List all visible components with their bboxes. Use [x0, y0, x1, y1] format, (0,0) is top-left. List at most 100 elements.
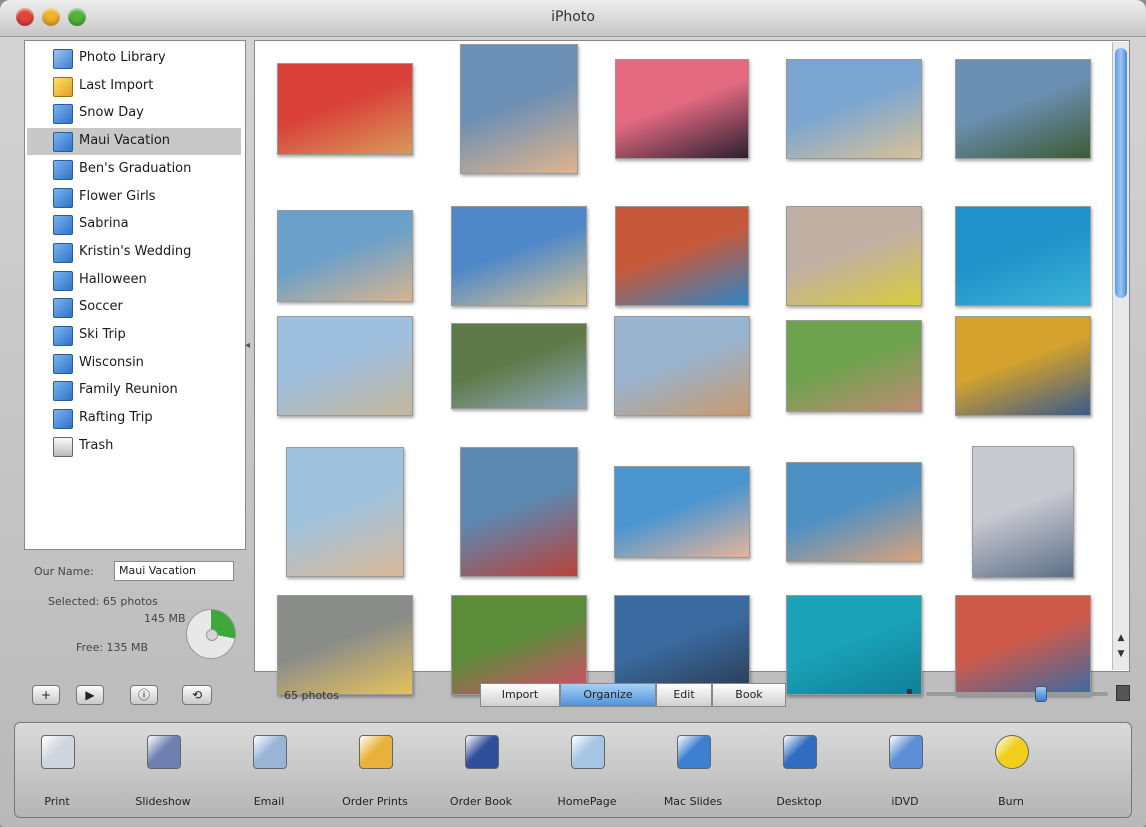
- sidebar-item[interactable]: Sabrina: [27, 211, 241, 238]
- photo-thumbnail[interactable]: [277, 316, 413, 416]
- photo-thumbnail[interactable]: [786, 320, 922, 412]
- tool-pane: Print Slideshow Email Order Prints Order Boo…: [14, 722, 1132, 818]
- tool-label: Desktop: [776, 795, 822, 808]
- sidebar-item[interactable]: Flower Girls: [27, 184, 241, 211]
- album-icon: [53, 409, 73, 430]
- tool-order-prints[interactable]: Order Prints: [325, 731, 425, 815]
- play-slideshow-button[interactable]: ▶: [76, 685, 104, 705]
- album-icon: [53, 326, 73, 346]
- album-icon: [53, 381, 73, 402]
- photo-thumbnail[interactable]: [786, 595, 922, 695]
- album-info-panel: Our Name: Maui Vacation Selected: 65 pho…: [24, 555, 248, 665]
- photo-thumbnail[interactable]: [955, 59, 1091, 159]
- album-icon: [53, 270, 73, 291]
- homepage-icon: [571, 735, 605, 769]
- zoom-slider-knob[interactable]: [1034, 686, 1047, 702]
- tool-label: Slideshow: [135, 795, 191, 808]
- sidebar-item[interactable]: Maui Vacation: [27, 128, 241, 156]
- tab-import[interactable]: Import: [480, 683, 560, 707]
- sidebar-item[interactable]: Kristin's Wedding: [27, 239, 241, 266]
- album-icon: [53, 353, 73, 374]
- tool-mac-slides[interactable]: Mac Slides: [643, 731, 743, 815]
- tool-print[interactable]: Print: [7, 731, 107, 815]
- sidebar-item[interactable]: Soccer: [27, 294, 241, 321]
- add-album-icon: +: [40, 688, 52, 702]
- photo-thumbnail[interactable]: [286, 447, 404, 577]
- sidebar-item-label: Sabrina: [79, 216, 129, 232]
- photo-thumbnail[interactable]: [615, 206, 749, 306]
- sidebar-item[interactable]: Rafting Trip: [27, 405, 241, 432]
- photo-thumbnail[interactable]: [786, 59, 922, 159]
- selected-size: 145 MB: [144, 612, 186, 625]
- tool-label: iDVD: [891, 795, 919, 808]
- tool-desktop[interactable]: Desktop: [749, 731, 849, 815]
- title-bar[interactable]: iPhoto: [0, 0, 1146, 37]
- photo-thumbnail[interactable]: [451, 206, 587, 306]
- tool-idvd[interactable]: iDVD: [855, 731, 955, 815]
- photo-thumbnail[interactable]: [614, 595, 750, 695]
- info-button[interactable]: ⓘ: [130, 685, 158, 705]
- sidebar-item[interactable]: Photo Library: [27, 45, 241, 72]
- tab-organize[interactable]: Organize: [560, 683, 656, 707]
- album-icon: [53, 215, 73, 236]
- tool-label: Order Book: [449, 795, 513, 808]
- sidebar-item-label: Trash: [79, 437, 114, 453]
- large-photo-icon: [1116, 685, 1130, 701]
- tool-burn[interactable]: Burn: [961, 731, 1061, 815]
- scroll-thumb[interactable]: [1115, 48, 1127, 298]
- tab-edit[interactable]: Edit: [656, 683, 712, 707]
- zoom-slider[interactable]: [926, 692, 1108, 696]
- sidebar-item[interactable]: Family Reunion: [27, 377, 241, 404]
- order-book-icon: [465, 735, 499, 769]
- sidebar-item[interactable]: Ben's Graduation: [27, 156, 241, 183]
- sidebar-item[interactable]: Trash: [27, 433, 241, 460]
- photo-thumbnail[interactable]: [451, 323, 587, 409]
- tool-label: Email: [253, 795, 285, 808]
- photo-thumbnail[interactable]: [451, 595, 587, 695]
- last-import-icon: [53, 76, 73, 97]
- photo-thumbnail[interactable]: [786, 462, 922, 562]
- photo-thumbnail[interactable]: [277, 63, 413, 155]
- sidebar-item-label: Last Import: [79, 77, 154, 93]
- photo-library-icon: [53, 49, 73, 69]
- scrollbar[interactable]: ▲ ▼: [1112, 42, 1129, 670]
- photo-thumbnail[interactable]: [955, 316, 1091, 416]
- photo-thumbnail[interactable]: [277, 210, 413, 302]
- rotate-button[interactable]: ⟲: [182, 685, 212, 705]
- tool-slideshow[interactable]: Slideshow: [113, 731, 213, 815]
- tool-label: Print: [44, 795, 70, 808]
- play-slideshow-icon: ▶: [85, 688, 95, 702]
- photo-thumbnail[interactable]: [955, 595, 1091, 695]
- sidebar-item[interactable]: Wisconsin: [27, 350, 241, 377]
- burn-icon: [995, 735, 1029, 769]
- photo-thumbnail[interactable]: [972, 446, 1074, 578]
- album-icon: [53, 187, 73, 208]
- tool-homepage[interactable]: HomePage: [537, 731, 637, 815]
- sidebar-item[interactable]: Halloween: [27, 267, 241, 294]
- photo-grid[interactable]: [254, 40, 1130, 695]
- add-album-button[interactable]: +: [32, 685, 60, 705]
- photo-thumbnail[interactable]: [615, 59, 749, 159]
- photo-thumbnail[interactable]: [277, 595, 413, 695]
- sidebar-item[interactable]: Ski Trip: [27, 322, 241, 349]
- sidebar-item-label: Wisconsin: [79, 354, 144, 370]
- sidebar-item-label: Halloween: [79, 271, 147, 287]
- photo-thumbnail[interactable]: [460, 447, 578, 577]
- photo-thumbnail[interactable]: [614, 316, 750, 416]
- photo-thumbnail[interactable]: [786, 206, 922, 306]
- photo-thumbnail[interactable]: [955, 206, 1091, 306]
- tab-book[interactable]: Book: [712, 683, 786, 707]
- photo-thumbnail[interactable]: [614, 466, 750, 558]
- album-name-label: Our Name:: [34, 565, 94, 578]
- sidebar-item-label: Ski Trip: [79, 327, 126, 342]
- splitter-grip-icon[interactable]: ◂: [245, 340, 250, 351]
- scroll-down-arrow-icon[interactable]: ▼: [1115, 648, 1127, 660]
- sidebar-item[interactable]: Last Import: [27, 73, 241, 100]
- sidebar-item-label: Rafting Trip: [79, 410, 153, 426]
- tool-order-book[interactable]: Order Book: [431, 731, 531, 815]
- tool-email[interactable]: Email: [219, 731, 319, 815]
- scroll-up-arrow-icon[interactable]: ▲: [1115, 632, 1127, 644]
- album-name-field[interactable]: Maui Vacation: [114, 561, 234, 581]
- photo-thumbnail[interactable]: [460, 44, 578, 174]
- sidebar-item[interactable]: Snow Day: [27, 100, 241, 127]
